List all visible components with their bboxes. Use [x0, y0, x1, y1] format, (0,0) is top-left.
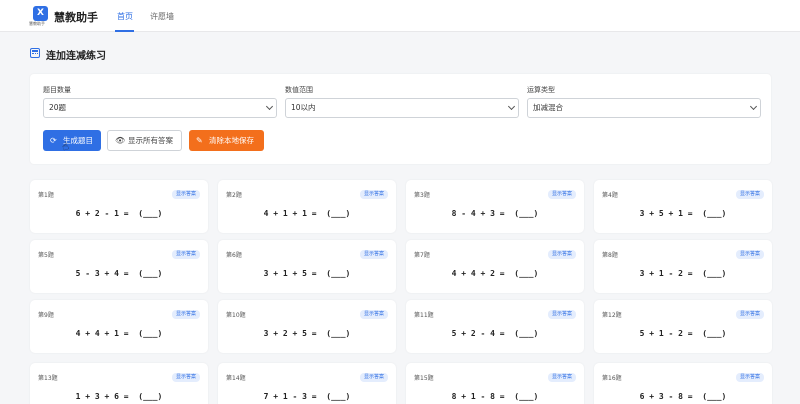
chevron-down-icon	[749, 102, 758, 111]
question-card: 第16题 显示答案 6 + 3 - 8 = (___)	[594, 363, 772, 404]
count-select[interactable]: 20题	[43, 98, 277, 118]
question-expression: 8 - 4 + 3 = (___)	[451, 209, 539, 218]
question-number: 第14题	[226, 375, 246, 382]
show-answer-button[interactable]: 显示答案	[735, 310, 764, 319]
question-card: 第13题 显示答案 1 + 3 + 6 = (___)	[30, 363, 208, 404]
calculator-icon	[30, 48, 40, 58]
question-expression: 3 + 1 + 5 = (___)	[263, 269, 351, 278]
count-label: 题目数量	[43, 86, 71, 94]
question-expression: 3 + 1 - 2 = (___)	[639, 269, 727, 278]
question-card: 第1题 显示答案 6 + 2 - 1 = (___)	[30, 180, 208, 233]
app-brand-title[interactable]: 慧教助手	[54, 9, 98, 25]
count-select-value: 20题	[49, 103, 67, 112]
question-card: 第6题 显示答案 3 + 1 + 5 = (___)	[218, 240, 396, 293]
show-answer-button[interactable]: 显示答案	[171, 310, 200, 319]
range-label: 数值范围	[285, 86, 313, 94]
question-expression: 6 + 3 - 8 = (___)	[639, 392, 727, 401]
question-number: 第11题	[414, 312, 434, 319]
question-card: 第2题 显示答案 4 + 1 + 1 = (___)	[218, 180, 396, 233]
show-answer-button[interactable]: 显示答案	[547, 373, 576, 382]
logo-caption: 慧教助手	[29, 21, 45, 26]
question-number: 第7题	[414, 252, 430, 259]
show-answer-button[interactable]: 显示答案	[171, 373, 200, 382]
show-answer-button[interactable]: 显示答案	[359, 250, 388, 259]
nav-home[interactable]: 首页	[117, 11, 133, 22]
nav-active-indicator	[115, 30, 134, 32]
generate-button[interactable]: ⟳ 生成题目	[43, 130, 101, 151]
show-answer-button[interactable]: 显示答案	[735, 190, 764, 199]
question-card: 第12题 显示答案 5 + 1 - 2 = (___)	[594, 300, 772, 353]
type-label: 运算类型	[527, 86, 555, 94]
question-number: 第8题	[602, 252, 618, 259]
question-number: 第13题	[38, 375, 58, 382]
type-select[interactable]: 加减混合	[527, 98, 761, 118]
question-expression: 1 + 3 + 6 = (___)	[75, 392, 163, 401]
question-number: 第5题	[38, 252, 54, 259]
refresh-icon: ⟳	[50, 136, 57, 145]
clear-local-label: 清除本地保存	[209, 136, 254, 145]
show-answer-button[interactable]: 显示答案	[171, 190, 200, 199]
question-expression: 3 + 2 + 5 = (___)	[263, 329, 351, 338]
show-answer-button[interactable]: 显示答案	[171, 250, 200, 259]
question-number: 第1题	[38, 192, 54, 199]
show-answer-button[interactable]: 显示答案	[735, 373, 764, 382]
question-expression: 5 + 1 - 2 = (___)	[639, 329, 727, 338]
question-expression: 4 + 4 + 2 = (___)	[451, 269, 539, 278]
show-answer-button[interactable]: 显示答案	[359, 373, 388, 382]
chevron-down-icon	[507, 102, 516, 111]
show-all-answers-label: 显示所有答案	[128, 136, 173, 145]
question-card: 第10题 显示答案 3 + 2 + 5 = (___)	[218, 300, 396, 353]
show-answer-button[interactable]: 显示答案	[359, 190, 388, 199]
nav-wish-wall[interactable]: 许愿墙	[150, 11, 174, 22]
question-expression: 3 + 5 + 1 = (___)	[639, 209, 727, 218]
question-card: 第15题 显示答案 8 + 1 - 8 = (___)	[406, 363, 584, 404]
question-expression: 6 + 2 - 1 = (___)	[75, 209, 163, 218]
question-expression: 4 + 4 + 1 = (___)	[75, 329, 163, 338]
question-number: 第4题	[602, 192, 618, 199]
question-number: 第9题	[38, 312, 54, 319]
eye-icon: 👁	[115, 136, 126, 145]
question-expression: 8 + 1 - 8 = (___)	[451, 392, 539, 401]
question-number: 第16题	[602, 375, 622, 382]
chevron-down-icon	[265, 102, 274, 111]
question-card: 第11题 显示答案 5 + 2 - 4 = (___)	[406, 300, 584, 353]
question-expression: 7 + 1 - 3 = (___)	[263, 392, 351, 401]
show-answer-button[interactable]: 显示答案	[359, 310, 388, 319]
question-card: 第4题 显示答案 3 + 5 + 1 = (___)	[594, 180, 772, 233]
eraser-icon: ✎	[196, 136, 203, 145]
range-select-value: 10以内	[291, 103, 316, 112]
question-card: 第3题 显示答案 8 - 4 + 3 = (___)	[406, 180, 584, 233]
question-expression: 5 - 3 + 4 = (___)	[75, 269, 163, 278]
app-logo-icon[interactable]: X	[33, 6, 48, 21]
show-answer-button[interactable]: 显示答案	[547, 250, 576, 259]
question-card: 第7题 显示答案 4 + 4 + 2 = (___)	[406, 240, 584, 293]
question-expression: 5 + 2 - 4 = (___)	[451, 329, 539, 338]
question-number: 第3题	[414, 192, 430, 199]
question-card: 第9题 显示答案 4 + 4 + 1 = (___)	[30, 300, 208, 353]
clear-local-button[interactable]: ✎ 清除本地保存	[189, 130, 264, 151]
question-number: 第12题	[602, 312, 622, 319]
question-number: 第10题	[226, 312, 246, 319]
question-card: 第5题 显示答案 5 - 3 + 4 = (___)	[30, 240, 208, 293]
question-number: 第6题	[226, 252, 242, 259]
show-answer-button[interactable]: 显示答案	[735, 250, 764, 259]
question-expression: 4 + 1 + 1 = (___)	[263, 209, 351, 218]
top-navbar: X 慧教助手 慧教助手 首页 许愿墙	[0, 0, 800, 32]
type-select-value: 加减混合	[533, 103, 563, 112]
range-select[interactable]: 10以内	[285, 98, 519, 118]
page-title: 连加连减练习	[46, 51, 106, 62]
show-answer-button[interactable]: 显示答案	[547, 310, 576, 319]
question-number: 第15题	[414, 375, 434, 382]
show-answer-button[interactable]: 显示答案	[547, 190, 576, 199]
question-number: 第2题	[226, 192, 242, 199]
question-card: 第14题 显示答案 7 + 1 - 3 = (___)	[218, 363, 396, 404]
question-card: 第8题 显示答案 3 + 1 - 2 = (___)	[594, 240, 772, 293]
show-all-answers-button[interactable]: 👁 显示所有答案	[107, 130, 182, 151]
